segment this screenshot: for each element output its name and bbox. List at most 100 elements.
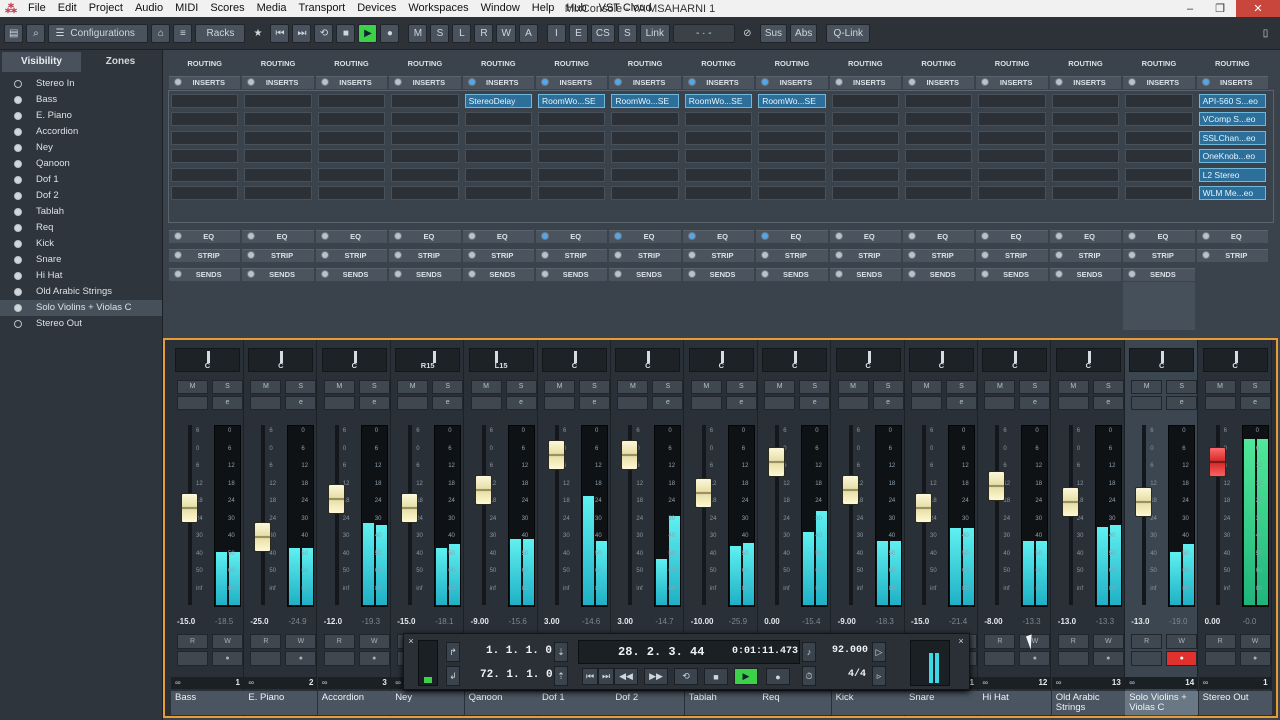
solo-button[interactable]: S — [725, 380, 757, 394]
fader-track[interactable] — [334, 425, 339, 605]
visibility-toggle-icon[interactable] — [14, 256, 22, 264]
peak-value[interactable]: -0.0 — [1243, 617, 1257, 626]
solo-button[interactable]: S — [872, 380, 904, 394]
close-transport-icon[interactable]: × — [406, 636, 416, 646]
insert-slot-active[interactable]: API-560 S...eo — [1198, 94, 1266, 108]
volume-value[interactable]: 0.00 — [764, 617, 780, 626]
volume-fader[interactable] — [694, 477, 712, 508]
toolbar-view-3-button[interactable]: S — [617, 23, 637, 43]
solo-button[interactable]: S — [358, 380, 390, 394]
monitor-button[interactable] — [323, 651, 355, 666]
window-layout-button[interactable]: ▤ — [4, 23, 24, 43]
mute-button[interactable]: M — [470, 380, 502, 394]
solo-button[interactable]: S — [432, 380, 464, 394]
monitor-button[interactable] — [177, 651, 208, 666]
solo-button[interactable]: S — [1239, 380, 1271, 394]
menu-transport[interactable]: Transport — [293, 0, 352, 17]
toolbar-state-4-button[interactable]: W — [496, 23, 516, 43]
pan-control[interactable]: C — [321, 348, 387, 372]
channel-name[interactable]: Snare — [905, 691, 978, 715]
pan-control[interactable]: R15 — [395, 348, 461, 372]
peak-value[interactable]: -21.4 — [949, 617, 967, 626]
visibility-toggle-icon[interactable] — [14, 240, 22, 248]
pan-control[interactable]: C — [615, 348, 681, 372]
routing-label[interactable]: ROUTING — [242, 58, 313, 70]
listen-button[interactable] — [1131, 396, 1163, 410]
link-icon[interactable]: ∞ — [175, 677, 181, 689]
tab-visibility[interactable]: Visibility — [2, 52, 81, 72]
tab-zones[interactable]: Zones — [81, 52, 160, 72]
link-icon[interactable]: ∞ — [1203, 677, 1209, 689]
go-to-end-icon[interactable]: ⏭ — [598, 668, 614, 685]
volume-fader[interactable] — [988, 471, 1006, 502]
edit-button[interactable]: e — [1239, 396, 1271, 410]
volume-value[interactable]: -9.00 — [471, 617, 489, 626]
visibility-toggle-icon[interactable] — [14, 208, 22, 216]
menu-workspaces[interactable]: Workspaces — [402, 0, 474, 17]
listen-button[interactable] — [1057, 396, 1089, 410]
peak-value[interactable]: -18.1 — [435, 617, 453, 626]
pan-control[interactable]: C — [542, 348, 607, 372]
close-window-icon[interactable]: ✕ — [1236, 0, 1280, 17]
sync-icon[interactable]: ▷ — [872, 642, 886, 662]
solo-button[interactable]: S — [285, 380, 317, 394]
routing-label[interactable]: ROUTING — [316, 58, 387, 70]
edit-button[interactable]: e — [725, 396, 757, 410]
visibility-toggle-icon[interactable] — [14, 192, 22, 200]
routing-label[interactable]: ROUTING — [536, 58, 607, 70]
toolbar-state-3-button[interactable]: R — [474, 23, 494, 43]
channel-name[interactable]: Solo Violins + Violas C — [1125, 691, 1199, 715]
visibility-toggle-icon[interactable] — [14, 272, 22, 280]
solo-button[interactable]: S — [212, 380, 243, 394]
volume-fader[interactable] — [768, 447, 786, 477]
peak-value[interactable]: -18.5 — [215, 617, 233, 626]
edit-button[interactable]: e — [1019, 396, 1051, 410]
record-enable-button[interactable]: ● — [1239, 651, 1271, 666]
fader-track[interactable] — [701, 425, 706, 605]
visibility-toggle-icon[interactable] — [14, 96, 22, 104]
visibility-toggle-icon[interactable] — [14, 176, 22, 184]
write-automation-button[interactable]: W — [1092, 634, 1124, 649]
rewind-icon[interactable]: ◀◀ — [614, 668, 638, 685]
solo-button[interactable]: S — [1166, 380, 1198, 394]
volume-value[interactable]: -13.0 — [1058, 617, 1076, 626]
edit-button[interactable]: e — [872, 396, 904, 410]
click-icon[interactable]: ♪ — [802, 642, 816, 662]
visibility-item[interactable]: E. Piano — [0, 108, 162, 124]
record-enable-button[interactable]: ● — [1166, 651, 1198, 666]
routing-label[interactable]: ROUTING — [389, 58, 460, 70]
routing-label[interactable]: ROUTING — [169, 58, 240, 70]
record-icon[interactable]: ● — [766, 668, 790, 685]
cycle-icon[interactable]: ⟲ — [674, 668, 698, 685]
monitor-button[interactable] — [1131, 651, 1163, 666]
toolbar-state-1-button[interactable]: S — [430, 23, 450, 43]
channel-name[interactable]: E. Piano — [244, 691, 318, 715]
racks-button[interactable]: Racks — [195, 23, 246, 43]
volume-fader[interactable] — [474, 474, 492, 505]
menu-audio[interactable]: Audio — [129, 0, 169, 17]
record-enable-button[interactable]: ● — [1019, 651, 1051, 666]
forward-icon[interactable]: ▶▶ — [644, 668, 668, 685]
pan-control[interactable]: C — [175, 348, 240, 372]
monitor-button[interactable] — [1057, 651, 1089, 666]
menu-hub[interactable]: Hub — [560, 0, 592, 17]
menu-vst-cloud[interactable]: VST Cloud — [593, 0, 658, 17]
solo-button[interactable]: S — [946, 380, 977, 394]
visibility-item[interactable]: Old Arabic Strings — [0, 284, 162, 300]
link-icon[interactable]: ∞ — [1129, 677, 1135, 689]
channel-name[interactable]: Old Arabic Strings — [1051, 691, 1125, 715]
read-automation-button[interactable]: R — [250, 634, 282, 649]
record-enable-button[interactable]: ● — [212, 651, 243, 666]
visibility-toggle-icon[interactable] — [14, 160, 22, 168]
racks-menu-icon[interactable]: ≡ — [173, 23, 193, 43]
peak-value[interactable]: -15.4 — [802, 617, 820, 626]
volume-value[interactable]: -15.0 — [911, 617, 929, 626]
channel-name[interactable]: Ney — [391, 691, 465, 715]
visibility-toggle-icon[interactable] — [14, 144, 22, 152]
menu-devices[interactable]: Devices — [351, 0, 402, 17]
routing-label[interactable]: ROUTING — [1197, 58, 1268, 70]
visibility-item[interactable]: Hi Hat — [0, 268, 162, 284]
expand-icon[interactable]: ▯ — [1256, 24, 1275, 43]
fader-track[interactable] — [261, 425, 266, 605]
pan-control[interactable]: C — [982, 348, 1048, 372]
